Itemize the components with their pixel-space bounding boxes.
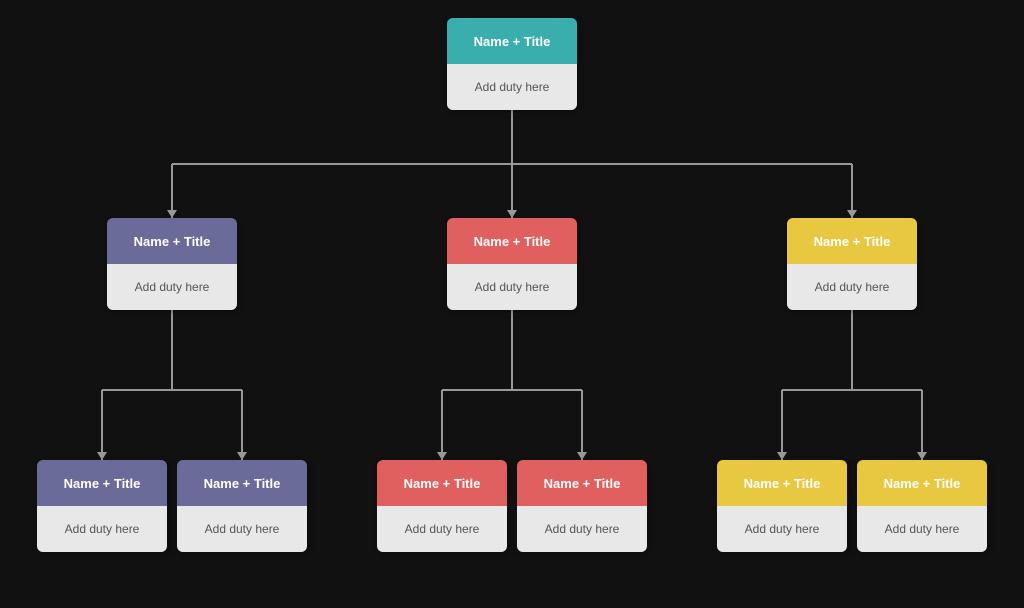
node-cr-body: Add duty here [517, 506, 647, 552]
node-cl-duty: Add duty here [405, 522, 480, 536]
node-center-body: Add duty here [447, 264, 577, 310]
node-left-body: Add duty here [107, 264, 237, 310]
node-cr-label: Name + Title [544, 476, 621, 491]
nodes-layer: Name + Title Add duty here Name + Title … [0, 0, 1024, 608]
node-rr-duty: Add duty here [885, 522, 960, 536]
node-ll-body: Add duty here [37, 506, 167, 552]
org-chart: Name + Title Add duty here Name + Title … [0, 0, 1024, 608]
node-right-duty: Add duty here [815, 280, 890, 294]
node-rr[interactable]: Name + Title Add duty here [857, 460, 987, 552]
node-center[interactable]: Name + Title Add duty here [447, 218, 577, 310]
node-center-header: Name + Title [447, 218, 577, 264]
node-cr-header: Name + Title [517, 460, 647, 506]
node-rl-label: Name + Title [744, 476, 821, 491]
node-root-label: Name + Title [474, 34, 551, 49]
node-rr-body: Add duty here [857, 506, 987, 552]
node-rl-body: Add duty here [717, 506, 847, 552]
node-root-duty: Add duty here [475, 80, 550, 94]
node-rl[interactable]: Name + Title Add duty here [717, 460, 847, 552]
node-center-duty: Add duty here [475, 280, 550, 294]
node-root-header: Name + Title [447, 18, 577, 64]
node-lr-duty: Add duty here [205, 522, 280, 536]
node-lr-body: Add duty here [177, 506, 307, 552]
node-ll-header: Name + Title [37, 460, 167, 506]
node-cl-body: Add duty here [377, 506, 507, 552]
node-cl-header: Name + Title [377, 460, 507, 506]
node-cr-duty: Add duty here [545, 522, 620, 536]
node-right-body: Add duty here [787, 264, 917, 310]
node-ll[interactable]: Name + Title Add duty here [37, 460, 167, 552]
node-rl-duty: Add duty here [745, 522, 820, 536]
node-rr-label: Name + Title [884, 476, 961, 491]
node-left-duty: Add duty here [135, 280, 210, 294]
node-right-label: Name + Title [814, 234, 891, 249]
node-center-label: Name + Title [474, 234, 551, 249]
node-cl[interactable]: Name + Title Add duty here [377, 460, 507, 552]
node-ll-duty: Add duty here [65, 522, 140, 536]
node-lr-label: Name + Title [204, 476, 281, 491]
node-lr[interactable]: Name + Title Add duty here [177, 460, 307, 552]
node-lr-header: Name + Title [177, 460, 307, 506]
node-left[interactable]: Name + Title Add duty here [107, 218, 237, 310]
node-ll-label: Name + Title [64, 476, 141, 491]
node-left-header: Name + Title [107, 218, 237, 264]
node-left-label: Name + Title [134, 234, 211, 249]
node-right-header: Name + Title [787, 218, 917, 264]
node-rr-header: Name + Title [857, 460, 987, 506]
node-root-body: Add duty here [447, 64, 577, 110]
node-right[interactable]: Name + Title Add duty here [787, 218, 917, 310]
node-cr[interactable]: Name + Title Add duty here [517, 460, 647, 552]
node-cl-label: Name + Title [404, 476, 481, 491]
node-rl-header: Name + Title [717, 460, 847, 506]
node-root[interactable]: Name + Title Add duty here [447, 18, 577, 110]
